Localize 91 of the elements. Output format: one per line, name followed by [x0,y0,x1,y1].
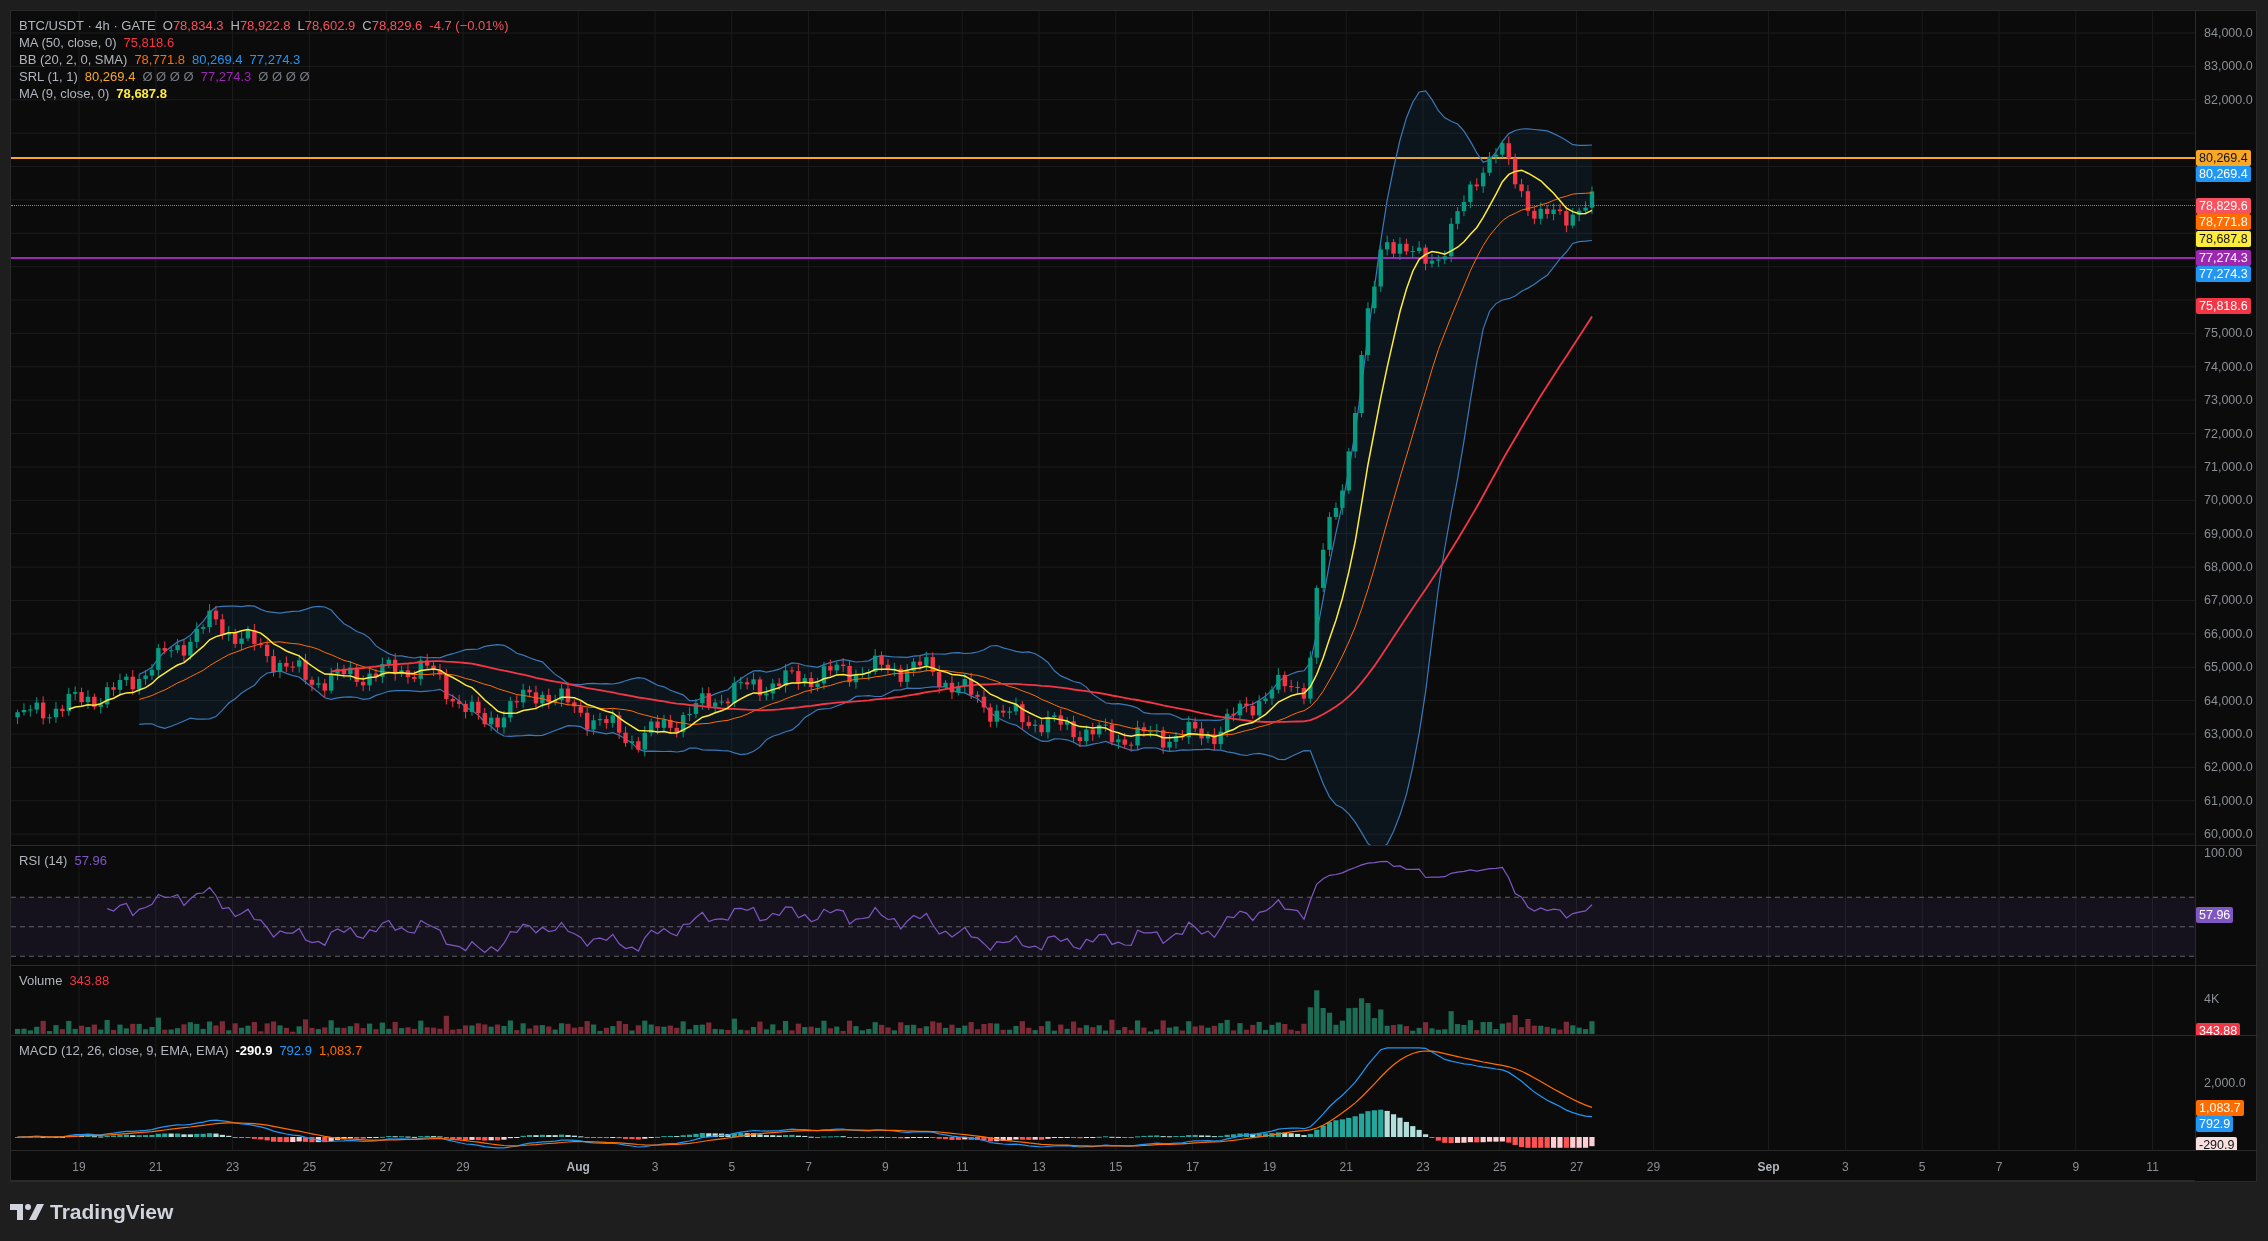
time-label: 21 [1339,1159,1353,1176]
axis-label: 74,000.0 [2204,358,2253,376]
axis-label: 83,000.0 [2204,58,2253,75]
price-tag: 343.88 [2196,1023,2241,1035]
time-label: 3 [651,1159,659,1176]
indicator-value: Ø Ø Ø Ø [142,68,194,85]
axis-label: 75,000.0 [2204,325,2253,343]
time-label: 7 [805,1159,812,1176]
axis-label: 72,000.0 [2204,425,2253,443]
axis-label: 62,000.0 [2204,759,2253,776]
ohlc-value: O78,834.3 [162,17,224,34]
axis-label: 61,000.0 [2204,792,2253,810]
axis-label: 84,000.0 [2204,24,2253,42]
price-tag: 75,818.6 [2196,298,2251,315]
indicator-value: 80,269.4 [84,68,136,85]
price-tag: 77,274.3 [2196,266,2251,282]
indicator-name: BB (20, 2, 0, SMA) [19,51,128,68]
time-label: 29 [456,1159,470,1176]
time-label: 29 [1646,1159,1661,1176]
price-tag: 792.9 [2196,1116,2234,1133]
indicator-name: Volume [19,972,63,989]
price-tag: 77,274.3 [2196,249,2251,266]
time-label: 15 [1109,1159,1123,1176]
axis-label: 66,000.0 [2204,625,2253,643]
axis-label: 63,000.0 [2204,725,2253,743]
time-label: 11 [955,1159,969,1176]
indicator-value: 792.9 [279,1042,312,1059]
axis-label: 82,000.0 [2204,91,2253,109]
axis-label: 100.00 [2204,846,2243,862]
indicator-value: -290.9 [235,1042,273,1059]
price-tag: 78,829.6 [2196,197,2251,214]
axis-label: 70,000.0 [2204,491,2253,509]
axis-label: 4K [2204,990,2220,1008]
time-label: 27 [379,1159,393,1176]
time-label: 27 [1569,1159,1584,1176]
indicator-value: 57.96 [74,852,107,869]
indicator-value: 78,687.8 [116,85,167,102]
time-label: 19 [1262,1159,1277,1176]
axis-label: 65,000.0 [2204,658,2253,676]
indicator-value: 77,274.3 [249,51,301,68]
time-label: 5 [728,1159,736,1176]
time-label: 19 [72,1159,86,1176]
time-label: 5 [1918,1159,1926,1176]
time-label: Sep [1757,1159,1780,1176]
price-tag: 78,771.8 [2196,214,2251,231]
brand-name: TradingView [50,1199,174,1225]
time-label: 9 [882,1159,889,1176]
time-label: 7 [1995,1159,2003,1176]
indicator-name: MA (9, close, 0) [19,85,110,102]
axis-label: 60,000.0 [2204,825,2253,843]
ohlc-value: H78,922.8 [230,17,291,34]
ohlc-value: L78,602.9 [297,17,356,34]
indicator-value: 78,771.8 [134,51,185,68]
axis-label: 71,000.0 [2204,458,2253,476]
price-tag: 80,269.4 [2196,149,2251,166]
price-tag: 80,269.4 [2196,166,2251,182]
symbol-title: BTC/USDT · 4h · GATE [19,17,156,34]
indicator-name: MA (50, close, 0) [19,34,117,51]
time-label: 23 [225,1159,240,1176]
axis-label: 73,000.0 [2204,391,2253,409]
time-label: 17 [1185,1159,1200,1176]
indicator-value: 77,274.3 [200,68,252,85]
price-change: -4.7 (−0.01%) [429,17,509,34]
time-label: 9 [2072,1159,2080,1176]
indicator-value: 1,083.7 [318,1042,363,1059]
time-label: 25 [302,1159,317,1176]
time-label: 3 [1842,1159,1849,1176]
axis-label: 2,000.0 [2204,1074,2246,1092]
indicator-name: RSI (14) [19,852,68,869]
axis-label: 64,000.0 [2204,692,2253,710]
price-tag: 57.96 [2196,907,2234,923]
logo-icon [10,1201,44,1222]
time-label: 13 [1032,1159,1046,1176]
indicator-name: SRL (1, 1) [19,68,78,85]
time-label: 25 [1493,1159,1507,1176]
price-tag: 78,687.8 [2196,230,2251,247]
indicator-value: 80,269.4 [192,51,243,68]
time-label: 23 [1416,1159,1430,1176]
ohlc-value: C78,829.6 [362,17,423,34]
axis-label: 69,000.0 [2204,525,2253,543]
time-label: Aug [566,1159,590,1176]
price-tag: 1,083.7 [2196,1099,2244,1116]
time-label: 21 [149,1159,163,1176]
indicator-value: 343.88 [69,972,110,989]
price-tag: -290.9 [2196,1136,2238,1150]
time-label: 11 [2146,1159,2159,1176]
indicator-value: Ø Ø Ø Ø [258,68,310,85]
axis-label: 67,000.0 [2204,592,2253,610]
axis-label: 68,000.0 [2204,558,2253,576]
indicator-name: MACD (12, 26, close, 9, EMA, EMA) [19,1042,229,1059]
indicator-value: 75,818.6 [123,34,175,51]
